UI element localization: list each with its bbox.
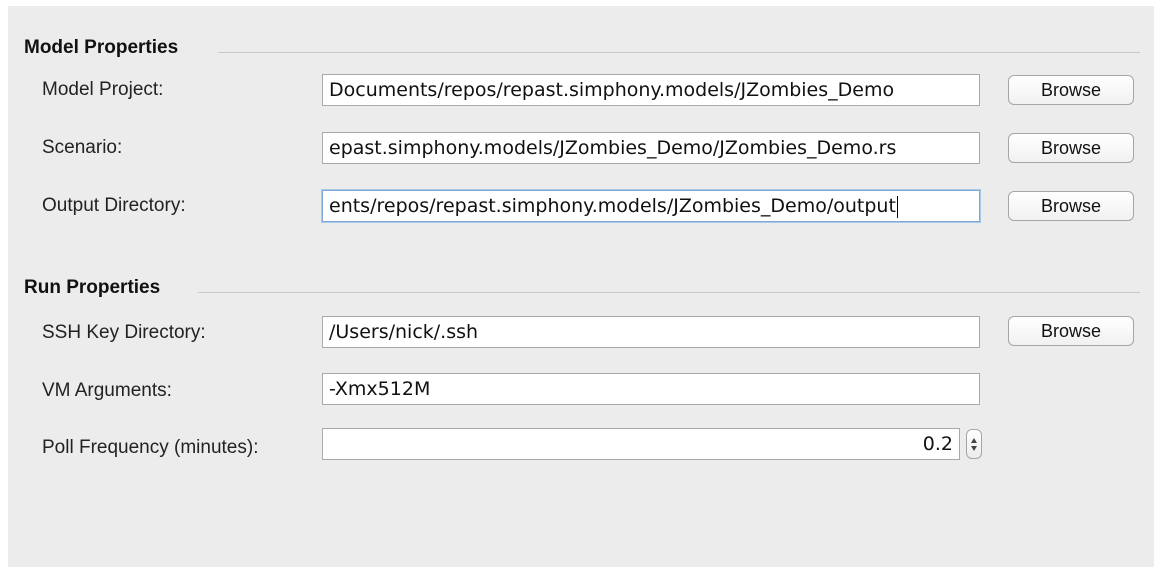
model-project-label: Model Project: xyxy=(42,79,164,100)
output-directory-input[interactable]: ents/repos/repast.simphony.models/JZombi… xyxy=(322,190,980,222)
scenario-input[interactable]: epast.simphony.models/JZombies_Demo/JZom… xyxy=(322,132,980,164)
scenario-label: Scenario: xyxy=(42,137,123,158)
scenario-browse-button[interactable]: Browse xyxy=(1008,133,1134,163)
vm-arguments-label: VM Arguments: xyxy=(42,380,172,401)
stepper-up-icon[interactable] xyxy=(971,438,977,443)
poll-frequency-input[interactable]: 0.2 xyxy=(322,428,960,460)
poll-frequency-label: Poll Frequency (minutes): xyxy=(42,437,259,458)
text-caret xyxy=(896,195,898,218)
output-directory-value: ents/repos/repast.simphony.models/JZombi… xyxy=(329,195,896,217)
model-project-input[interactable]: Documents/repos/repast.simphony.models/J… xyxy=(322,74,980,106)
run-configuration-panel: Model Properties Model Project: Document… xyxy=(8,6,1154,567)
ssh-key-directory-label: SSH Key Directory: xyxy=(42,322,206,343)
output-directory-label: Output Directory: xyxy=(42,195,186,216)
up-down-stepper-icon[interactable] xyxy=(966,429,982,459)
model-properties-heading: Model Properties xyxy=(24,37,185,59)
run-properties-heading: Run Properties xyxy=(24,277,167,299)
stepper-down-icon[interactable] xyxy=(971,446,977,451)
model-project-browse-button[interactable]: Browse xyxy=(1008,75,1134,105)
ssh-key-directory-input[interactable]: /Users/nick/.ssh xyxy=(322,316,980,348)
vm-arguments-input[interactable]: -Xmx512M xyxy=(322,373,980,405)
model-properties-divider xyxy=(218,52,1140,53)
output-directory-browse-button[interactable]: Browse xyxy=(1008,191,1134,221)
ssh-key-directory-browse-button[interactable]: Browse xyxy=(1008,316,1134,346)
run-properties-divider xyxy=(198,292,1140,293)
